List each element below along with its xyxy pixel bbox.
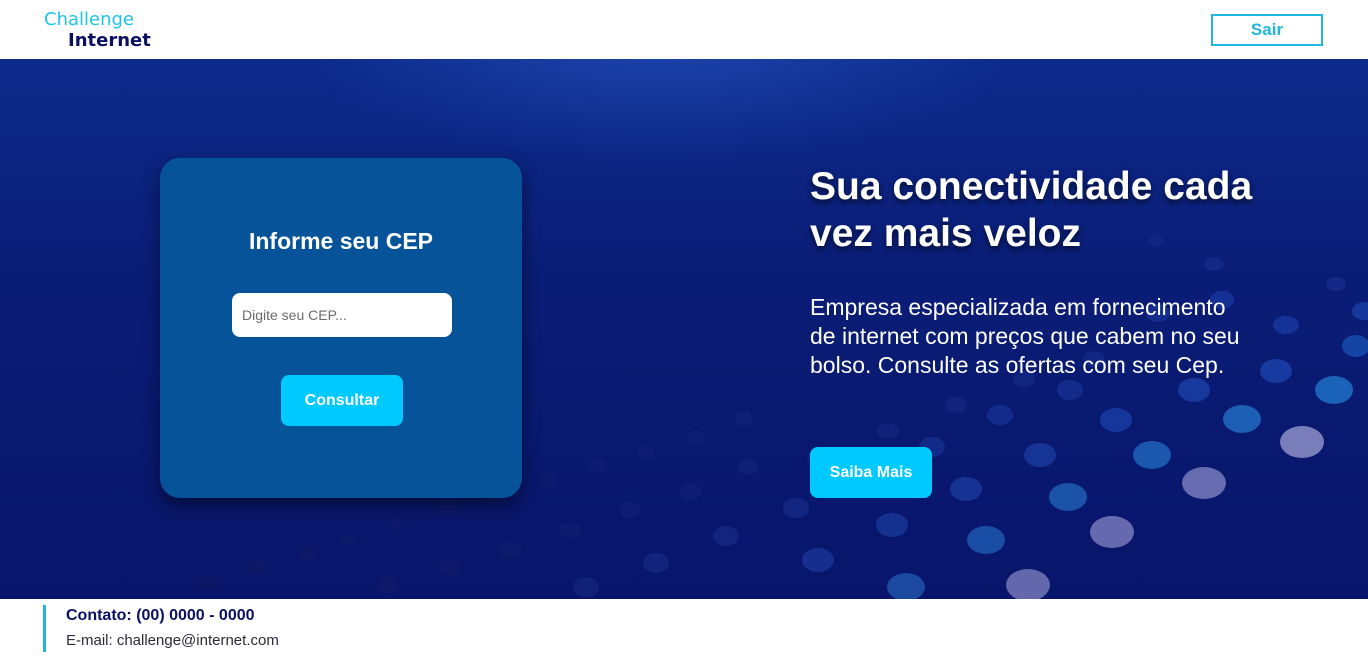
top-header: Challenge Internet Sair: [0, 0, 1368, 59]
logo-line2: Internet: [68, 30, 151, 51]
hero-description: Empresa especializada em fornecimento de…: [810, 294, 1240, 378]
cep-input[interactable]: [232, 293, 452, 337]
cep-card: Informe seu CEP Consultar: [160, 158, 522, 498]
contact-phone: Contato: (00) 0000 - 0000: [66, 607, 255, 624]
hero-title: Sua conectividade cada vez mais veloz: [810, 165, 1253, 255]
consultar-button[interactable]: Consultar: [281, 375, 403, 426]
brand-logo[interactable]: Challenge Internet: [44, 9, 151, 51]
logout-button[interactable]: Sair: [1211, 14, 1323, 46]
cep-title: Informe seu CEP: [248, 228, 434, 254]
footer-accent-bar: [43, 605, 46, 652]
logo-line1: Challenge: [44, 9, 134, 30]
saiba-mais-button[interactable]: Saiba Mais: [810, 447, 932, 498]
contact-email: E-mail: challenge@internet.com: [66, 632, 279, 649]
footer: Contato: (00) 0000 - 0000 E-mail: challe…: [0, 599, 1368, 658]
hero-section: Informe seu CEP Consultar Sua conectivid…: [0, 59, 1368, 599]
